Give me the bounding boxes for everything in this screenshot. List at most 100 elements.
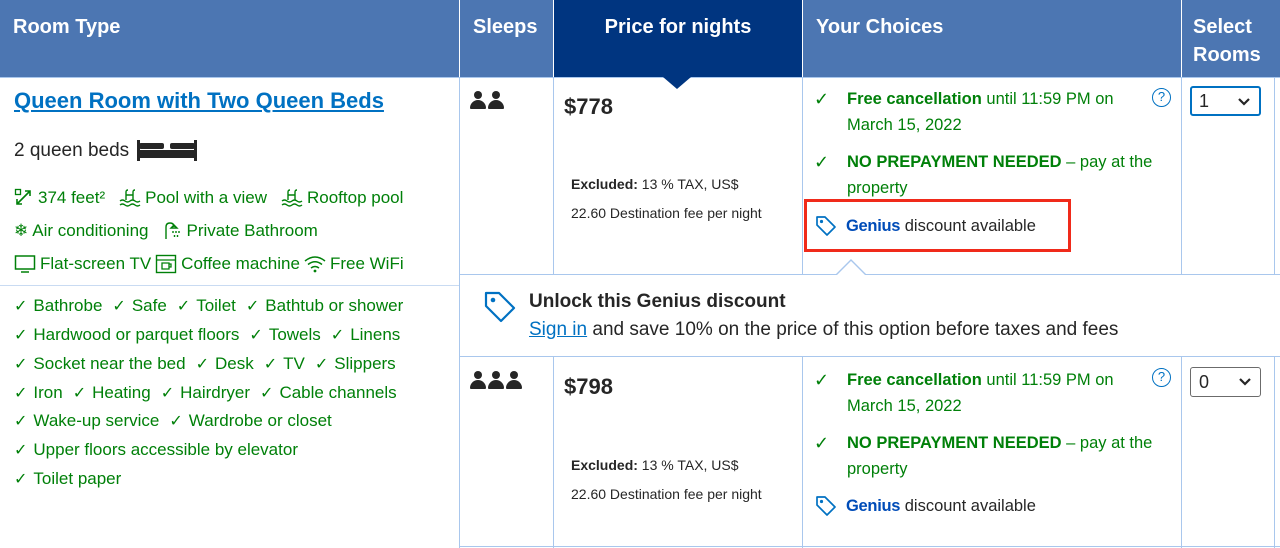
amenities-line-1: ✓ Bathrobe ✓ Safe ✓ Toilet ✓ Bathtub or show… — [14, 296, 403, 316]
sleeps-icons-option-2 — [470, 371, 522, 389]
header-sleeps-label: Sleeps — [473, 16, 538, 38]
person-icon — [470, 371, 486, 389]
grid-line — [553, 77, 554, 274]
cancellation-info-option-2: ✓ Free cancellation until 11:59 PM on Ma… — [814, 367, 1154, 419]
checkmark-icon: ✓ — [160, 385, 175, 402]
facility-private-bathroom: Private Bathroom — [186, 221, 318, 240]
amenity-item: Socket near the bed — [33, 354, 186, 373]
header-price: Price for nights — [554, 0, 802, 77]
amenity-item: Toilet — [196, 296, 236, 315]
amenity-item: Upper floors accessible by elevator — [33, 440, 298, 459]
destination-fee: 22.60 Destination fee per night — [571, 205, 762, 221]
header-sort-arrow — [663, 77, 691, 89]
highlight-box — [804, 199, 1071, 252]
genius-discount-text: discount available — [900, 496, 1036, 515]
checkmark-icon: ✓ — [330, 327, 345, 344]
no-prepayment-label: NO PREPAYMENT NEEDED — [847, 434, 1062, 452]
room-title-link[interactable]: Queen Room with Two Queen Beds — [14, 88, 384, 114]
help-icon[interactable]: ? — [1152, 88, 1171, 107]
amenity-item: Linens — [350, 325, 401, 344]
select-rooms-option-2[interactable]: 0 — [1190, 367, 1261, 397]
cancellation-info-option-1: ✓ Free cancellation until 11:59 PM on Ma… — [814, 86, 1154, 138]
prepayment-info-option-2: ✓ NO PREPAYMENT NEEDED – pay at the prop… — [814, 430, 1154, 482]
amenities-line-3: ✓ Socket near the bed ✓ Desk ✓ TV ✓ Slippers — [14, 354, 396, 374]
select-rooms-option-1[interactable]: 1 — [1190, 86, 1261, 116]
prepayment-info-option-1: ✓ NO PREPAYMENT NEEDED – pay at the prop… — [814, 149, 1154, 201]
select-value: 1 — [1199, 91, 1210, 111]
tax-rate: 13 % TAX, US$ — [637, 457, 739, 473]
checkmark-icon: ✓ — [14, 356, 28, 373]
checkmark-icon: ✓ — [814, 152, 830, 172]
header-choices: Your Choices — [803, 0, 1181, 77]
facility-pool-view: Pool with a view — [145, 188, 267, 207]
select-value: 0 — [1199, 372, 1210, 392]
bed-info: 2 queen beds — [14, 140, 199, 162]
grid-line — [553, 357, 554, 548]
person-icon — [470, 91, 486, 109]
amenity-item: Hairdryer — [180, 383, 251, 402]
bed-icon — [137, 140, 198, 161]
amenity-item: Desk — [214, 354, 254, 373]
shower-icon — [163, 221, 183, 241]
amenities-line-6: ✓ Upper floors accessible by elevator — [14, 440, 298, 460]
checkmark-icon: ✓ — [263, 356, 278, 373]
price-option-1: $778 — [564, 94, 613, 119]
amenity-item: Hardwood or parquet floors — [33, 325, 240, 344]
facility-flat-screen-tv: Flat-screen TV — [40, 254, 152, 273]
rooftop-pool-icon — [281, 189, 303, 207]
no-prepayment-label: NO PREPAYMENT NEEDED — [847, 153, 1062, 171]
header-select-line1: Select — [1193, 16, 1252, 38]
chevron-down-icon — [1237, 88, 1251, 125]
checkmark-icon: ✓ — [14, 442, 28, 459]
grid-line — [1274, 357, 1275, 548]
facilities-line-3: Flat-screen TV Coffee machine Free WiFi — [14, 254, 404, 274]
checkmark-icon: ✓ — [72, 385, 87, 402]
amenities-line-5: ✓ Wake-up service ✓ Wardrobe or closet — [14, 411, 332, 431]
grid-line — [802, 77, 803, 274]
genius-discount-option-2[interactable]: Genius discount available — [814, 494, 1036, 518]
amenity-item: Wardrobe or closet — [188, 411, 332, 430]
checkmark-icon: ✓ — [814, 370, 830, 390]
checkmark-icon: ✓ — [14, 298, 28, 315]
destination-fee: 22.60 Destination fee per night — [571, 486, 762, 502]
price-option-2: $798 — [564, 374, 613, 399]
person-icon — [488, 91, 504, 109]
facility-air-conditioning: Air conditioning — [32, 221, 149, 240]
popup-body: Sign in and save 10% on the price of thi… — [529, 319, 1118, 341]
popup-body-text: and save 10% on the price of this option… — [587, 319, 1119, 340]
person-icon — [506, 371, 522, 389]
help-icon[interactable]: ? — [1152, 368, 1171, 387]
amenity-item: Slippers — [334, 354, 396, 373]
grid-line — [0, 285, 459, 286]
tv-icon — [14, 254, 36, 274]
amenity-item: Bathrobe — [33, 296, 103, 315]
header-room-type: Room Type — [0, 0, 459, 77]
snowflake-icon: ❄ — [14, 221, 29, 240]
amenity-item: Safe — [131, 296, 167, 315]
grid-line — [460, 546, 1280, 547]
amenity-item: Bathtub or shower — [265, 296, 404, 315]
header-choices-label: Your Choices — [816, 16, 944, 38]
beds-label: 2 queen beds — [14, 140, 130, 161]
facility-room-size: 374 feet² — [38, 188, 106, 207]
free-cancellation-label: Free cancellation — [847, 90, 982, 108]
tag-icon — [484, 291, 516, 323]
tax-excluded-label: Excluded: — [571, 176, 638, 192]
sign-in-link[interactable]: Sign in — [529, 319, 587, 340]
chevron-down-icon — [1238, 368, 1252, 406]
facility-coffee-machine: Coffee machine — [181, 254, 300, 273]
tax-rate: 13 % TAX, US$ — [637, 176, 739, 192]
header-price-label: Price for nights — [604, 16, 752, 38]
amenities-line-7: ✓ Toilet paper — [14, 469, 121, 489]
checkmark-icon: ✓ — [314, 356, 329, 373]
amenity-item: TV — [283, 354, 305, 373]
tax-excluded-label: Excluded: — [571, 457, 638, 473]
amenity-item: Iron — [33, 383, 63, 402]
header-room-type-label: Room Type — [13, 16, 121, 38]
popup-caret-inner — [837, 261, 865, 275]
coffee-machine-icon — [155, 254, 177, 274]
genius-popup: Unlock this Genius discount Sign in and … — [460, 274, 1280, 356]
checkmark-icon: ✓ — [814, 433, 830, 453]
amenity-item: Toilet paper — [33, 469, 122, 488]
tag-icon — [816, 496, 836, 516]
